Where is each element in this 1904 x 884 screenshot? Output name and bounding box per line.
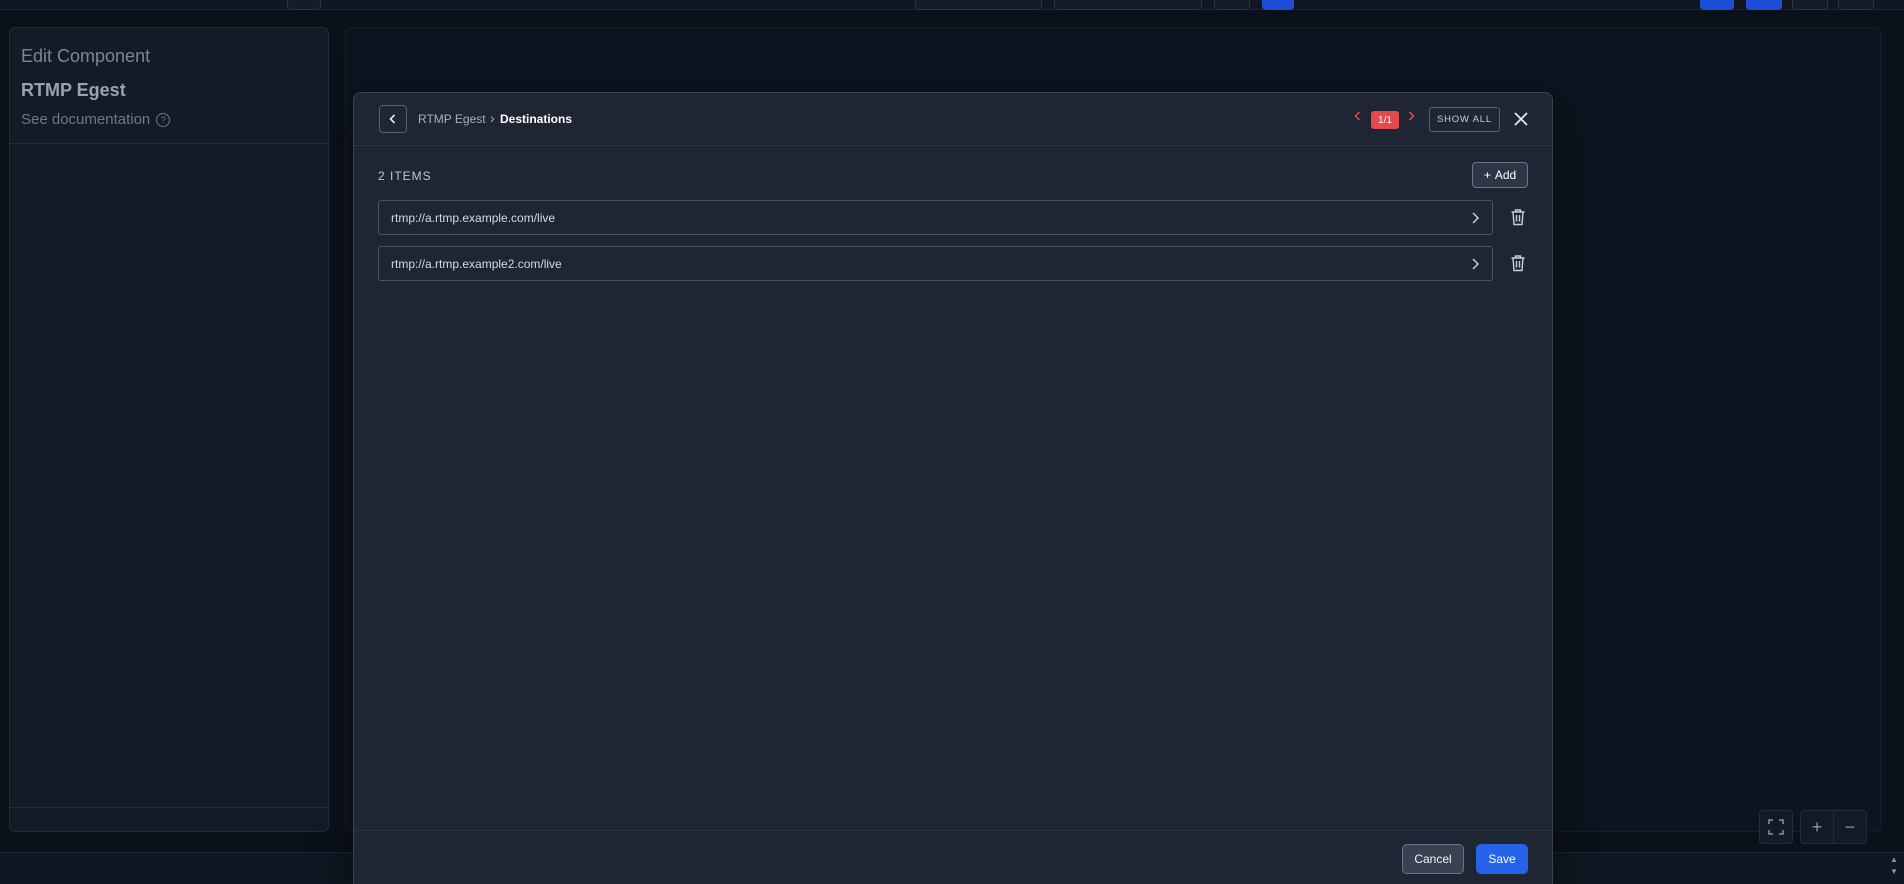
documentation-link-label: See documentation: [21, 111, 151, 128]
modal-header: RTMP Egest › Destinations 1/1 SHOW ALL: [354, 93, 1552, 146]
toolbar-button[interactable]: [1792, 0, 1828, 10]
plus-icon: +: [1811, 816, 1823, 837]
scroll-up-icon[interactable]: ▲: [1890, 855, 1900, 864]
toolbar-dropdown[interactable]: [1054, 0, 1202, 10]
list-item[interactable]: rtmp://a.rtmp.example2.com/live: [378, 246, 1493, 281]
items-count: 2 ITEMS: [378, 169, 432, 183]
back-button[interactable]: [379, 105, 407, 133]
next-error-button[interactable]: [1406, 109, 1416, 125]
trash-icon[interactable]: [1510, 208, 1526, 226]
chevron-left-icon: [389, 114, 396, 124]
zoom-out-button[interactable]: −: [1833, 810, 1867, 844]
toolbar-button[interactable]: [1746, 0, 1782, 10]
destinations-modal: RTMP Egest › Destinations 1/1 SHOW ALL 2…: [353, 92, 1553, 884]
breadcrumb-root[interactable]: RTMP Egest: [418, 112, 486, 126]
fullscreen-button[interactable]: [1759, 810, 1793, 844]
destination-url: rtmp://a.rtmp.example2.com/live: [391, 257, 562, 271]
chevron-right-icon: [1408, 111, 1415, 121]
cancel-button[interactable]: Cancel: [1402, 844, 1464, 874]
add-button-label: Add: [1494, 168, 1517, 182]
modal-footer: Cancel Save: [354, 830, 1552, 884]
panel-title: Edit Component: [21, 46, 151, 66]
toolbar-button[interactable]: [1262, 0, 1294, 10]
breadcrumb-current: Destinations: [500, 112, 573, 126]
toolbar-button[interactable]: [287, 0, 321, 10]
breadcrumb-separator: ›: [490, 110, 495, 126]
toolbar-button[interactable]: [1214, 0, 1250, 10]
scroll-down-icon[interactable]: ▼: [1890, 867, 1900, 876]
save-button[interactable]: Save: [1476, 844, 1528, 874]
show-all-button[interactable]: SHOW ALL: [1429, 107, 1500, 132]
panel-header: Edit Component RTMP Egest See documentat…: [10, 28, 328, 144]
chevron-right-icon: [1472, 212, 1480, 224]
edit-component-panel: Edit Component RTMP Egest See documentat…: [9, 27, 329, 832]
plus-icon: +: [1483, 168, 1491, 182]
fullscreen-icon: [1768, 819, 1784, 835]
toolbar-dropdown[interactable]: [915, 0, 1042, 10]
trash-icon[interactable]: [1510, 254, 1526, 272]
documentation-link[interactable]: See documentation ?: [21, 111, 171, 128]
toolbar-button[interactable]: [1838, 0, 1874, 10]
destination-url: rtmp://a.rtmp.example.com/live: [391, 211, 556, 225]
add-item-button[interactable]: + Add: [1472, 162, 1528, 188]
close-button[interactable]: [1509, 107, 1533, 131]
help-icon: ?: [156, 112, 171, 127]
component-name: RTMP Egest: [21, 80, 126, 100]
minus-icon: −: [1844, 816, 1856, 837]
toolbar-button[interactable]: [1700, 0, 1734, 10]
chevron-right-icon: [1472, 258, 1480, 270]
panel-footer: [10, 807, 328, 831]
previous-error-button[interactable]: [1353, 109, 1363, 125]
list-item[interactable]: rtmp://a.rtmp.example.com/live: [378, 200, 1493, 235]
chevron-left-icon: [1354, 111, 1361, 121]
close-icon: [1514, 112, 1528, 126]
zoom-in-button[interactable]: +: [1800, 810, 1834, 844]
error-count-badge: 1/1: [1371, 111, 1399, 129]
top-toolbar: [0, 0, 1904, 10]
